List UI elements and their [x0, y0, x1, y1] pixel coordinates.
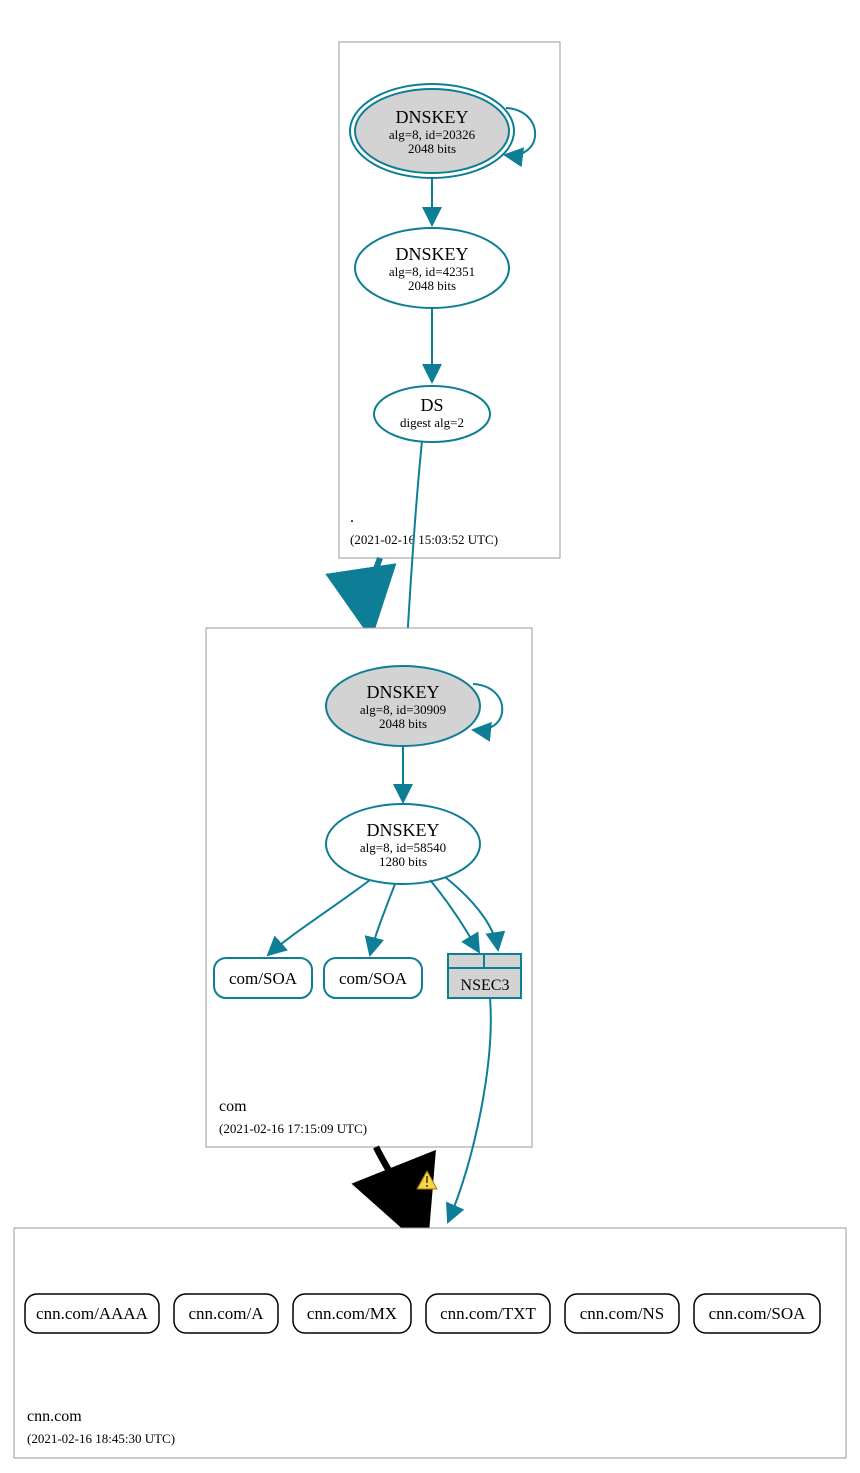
- node-root-ds: DS digest alg=2: [374, 386, 490, 442]
- svg-text:cnn.com/TXT: cnn.com/TXT: [440, 1304, 536, 1323]
- zone-com-timestamp: (2021-02-16 17:15:09 UTC): [219, 1121, 367, 1136]
- svg-text:DNSKEY: DNSKEY: [395, 244, 468, 264]
- svg-text:digest alg=2: digest alg=2: [400, 415, 464, 430]
- node-com-soa-1: com/SOA: [214, 958, 312, 998]
- svg-text:alg=8, id=58540: alg=8, id=58540: [360, 840, 446, 855]
- svg-text:DNSKEY: DNSKEY: [366, 682, 439, 702]
- node-root-zsk: DNSKEY alg=8, id=42351 2048 bits: [355, 228, 509, 308]
- warning-icon: [417, 1171, 437, 1189]
- svg-text:NSEC3: NSEC3: [461, 977, 510, 994]
- node-com-ksk: DNSKEY alg=8, id=30909 2048 bits: [326, 666, 480, 746]
- svg-text:cnn.com/MX: cnn.com/MX: [307, 1304, 397, 1323]
- svg-text:DNSKEY: DNSKEY: [366, 820, 439, 840]
- edge-root-to-com: [367, 558, 380, 616]
- svg-text:cnn.com/A: cnn.com/A: [188, 1304, 264, 1323]
- zone-cnn-name: cnn.com: [27, 1408, 82, 1425]
- svg-text:cnn.com/SOA: cnn.com/SOA: [709, 1304, 807, 1323]
- svg-text:alg=8, id=20326: alg=8, id=20326: [389, 127, 476, 142]
- svg-text:DNSKEY: DNSKEY: [395, 107, 468, 127]
- zone-root-timestamp: (2021-02-16 15:03:52 UTC): [350, 532, 498, 547]
- node-com-zsk: DNSKEY alg=8, id=58540 1280 bits: [326, 804, 480, 884]
- node-com-nsec3: NSEC3: [448, 954, 521, 998]
- dnssec-graph: . (2021-02-16 15:03:52 UTC) DNSKEY alg=8…: [0, 0, 860, 1473]
- svg-text:cnn.com/NS: cnn.com/NS: [580, 1304, 665, 1323]
- svg-text:com/SOA: com/SOA: [229, 969, 298, 988]
- svg-text:alg=8, id=42351: alg=8, id=42351: [389, 264, 475, 279]
- svg-text:com/SOA: com/SOA: [339, 969, 408, 988]
- zone-cnn-timestamp: (2021-02-16 18:45:30 UTC): [27, 1431, 175, 1446]
- node-root-ksk: DNSKEY alg=8, id=20326 2048 bits: [350, 84, 514, 178]
- svg-text:DS: DS: [420, 395, 443, 415]
- edge-com-to-cnn: [376, 1147, 413, 1215]
- node-cnn-mx: cnn.com/MX: [293, 1294, 411, 1333]
- svg-text:1280 bits: 1280 bits: [379, 854, 427, 869]
- node-cnn-a: cnn.com/A: [174, 1294, 278, 1333]
- node-cnn-txt: cnn.com/TXT: [426, 1294, 550, 1333]
- svg-text:cnn.com/AAAA: cnn.com/AAAA: [36, 1304, 149, 1323]
- svg-text:2048 bits: 2048 bits: [379, 716, 427, 731]
- node-cnn-ns: cnn.com/NS: [565, 1294, 679, 1333]
- zone-root-name: .: [350, 509, 354, 526]
- svg-text:2048 bits: 2048 bits: [408, 141, 456, 156]
- node-cnn-soa: cnn.com/SOA: [694, 1294, 820, 1333]
- node-cnn-aaaa: cnn.com/AAAA: [25, 1294, 159, 1333]
- node-com-soa-2: com/SOA: [324, 958, 422, 998]
- zone-com-name: com: [219, 1098, 247, 1115]
- svg-text:alg=8, id=30909: alg=8, id=30909: [360, 702, 446, 717]
- svg-text:2048 bits: 2048 bits: [408, 278, 456, 293]
- zone-cnn-box: [14, 1228, 846, 1458]
